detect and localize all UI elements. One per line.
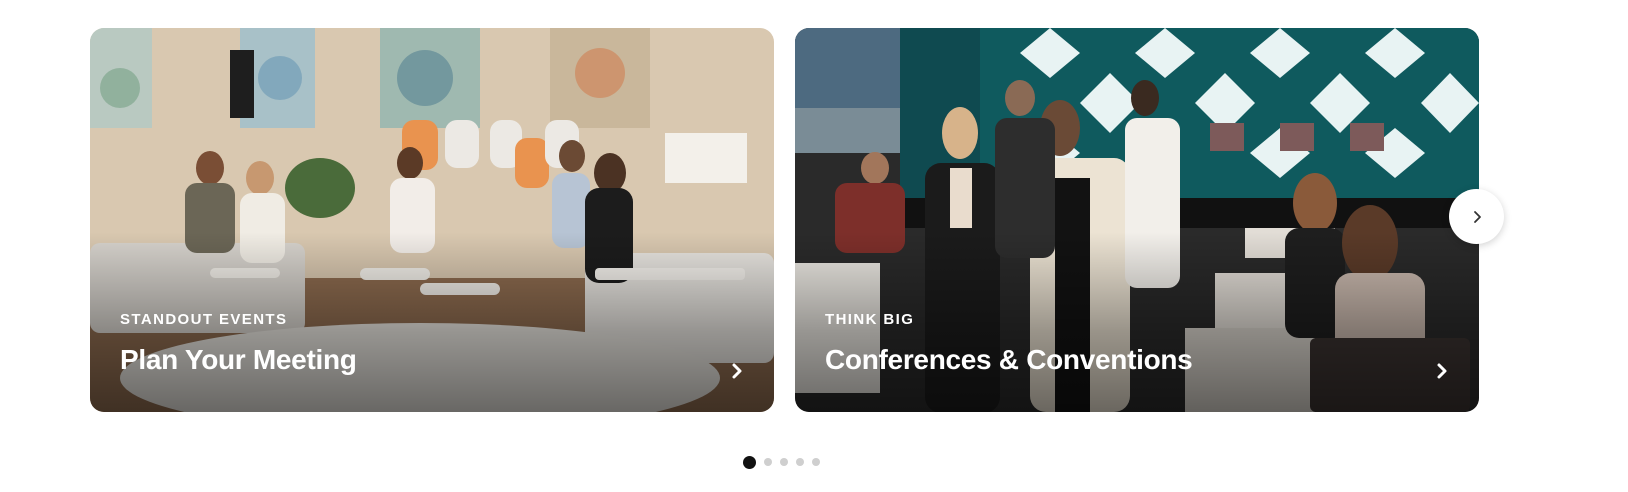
chevron-right-icon xyxy=(1468,208,1486,226)
card-title[interactable]: Plan Your Meeting xyxy=(120,344,357,376)
pagination-dot[interactable] xyxy=(812,458,820,466)
pagination-dot[interactable] xyxy=(796,458,804,466)
card-plan-your-meeting[interactable]: STANDOUT EVENTS Plan Your Meeting xyxy=(90,28,774,412)
pagination-dot[interactable] xyxy=(764,458,772,466)
carousel-next-button[interactable] xyxy=(1449,189,1504,244)
chevron-right-icon[interactable] xyxy=(728,362,746,380)
carousel-pagination xyxy=(743,455,820,469)
card-conferences-conventions[interactable]: THINK BIG Conferences & Conventions xyxy=(795,28,1479,412)
pagination-dot-active[interactable] xyxy=(743,455,756,469)
card-eyebrow: STANDOUT EVENTS xyxy=(120,311,288,328)
carousel: STANDOUT EVENTS Plan Your Meeting THINK … xyxy=(0,0,1628,492)
card-eyebrow: THINK BIG xyxy=(825,311,915,328)
pagination-dot[interactable] xyxy=(780,458,788,466)
chevron-right-icon[interactable] xyxy=(1433,362,1451,380)
card-title[interactable]: Conferences & Conventions xyxy=(825,344,1193,376)
